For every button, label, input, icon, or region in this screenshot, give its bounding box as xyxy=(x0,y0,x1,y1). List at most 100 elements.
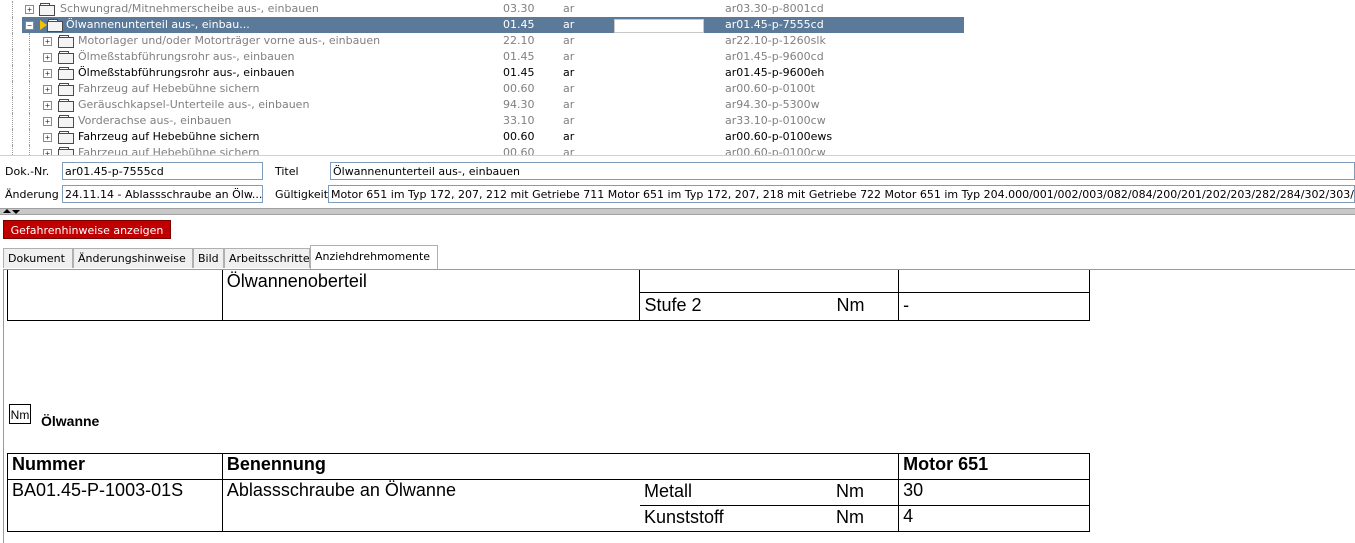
tree-item-code: 00.60 xyxy=(503,130,535,143)
tree-item-doc: ar03.30-p-8001cd xyxy=(725,2,824,15)
tree-row[interactable]: + Geräuschkapsel-Unterteile aus-, einbau… xyxy=(0,97,1355,113)
section-title: Ölwanne xyxy=(41,413,100,429)
tree-row-selected[interactable]: − Ölwannenunterteil aus-, einbau... 01.4… xyxy=(0,17,1355,33)
collapse-down-icon[interactable] xyxy=(12,210,20,214)
table-cell-empty xyxy=(639,270,900,294)
splitter[interactable] xyxy=(0,208,1355,215)
tree-item-code: 94.30 xyxy=(503,98,535,111)
cell-value: 4 xyxy=(898,505,1090,532)
tree-item-type: ar xyxy=(563,50,575,63)
expand-icon[interactable]: + xyxy=(43,37,52,46)
unit-text: Nm xyxy=(835,481,864,501)
tree-item-code: 22.10 xyxy=(503,34,535,47)
tree-item-title: Ölwannenunterteil aus-, einbau... xyxy=(66,18,250,31)
tab-anziehdrehmomente[interactable]: Anziehdrehmomente xyxy=(310,245,438,269)
torque-table: Nummer Benennung Motor 651 BA01.45-P-100… xyxy=(7,453,1090,532)
folder-icon xyxy=(58,99,74,112)
unit-text: Nm xyxy=(836,295,865,316)
tab-aenderungshinweise[interactable]: Änderungshinweise xyxy=(73,248,193,268)
tree-item-code: 03.30 xyxy=(503,2,535,15)
tree-item-type: ar xyxy=(563,82,575,95)
tree-item-code: 01.45 xyxy=(503,18,535,31)
tree-item-title: Ölmeßstabführungsrohr aus-, einbauen xyxy=(78,50,295,63)
tree-row[interactable]: + Fahrzeug auf Hebebühne sichern 00.60 a… xyxy=(0,81,1355,97)
torque-table-partial: Ölwannenoberteil Stufe 2 Nm - xyxy=(7,270,1090,321)
tree-row[interactable]: + Ölmeßstabführungsrohr aus-, einbauen 0… xyxy=(0,49,1355,65)
cell-value: 30 xyxy=(898,479,1090,506)
tree-item-doc: ar00.60-p-0100cw xyxy=(725,146,826,155)
tree-item-type: ar xyxy=(563,98,575,111)
titel-field[interactable]: Ölwannenunterteil aus-, einbauen xyxy=(330,162,1355,180)
folder-icon xyxy=(58,51,74,64)
aenderung-field[interactable]: 24.11.14 - Ablassschraube an Ölw... xyxy=(62,185,263,203)
tree-item-doc: ar22.10-p-1260slk xyxy=(725,34,826,47)
tree-item-title: Fahrzeug auf Hebebühne sichern xyxy=(78,130,260,143)
expand-icon[interactable]: + xyxy=(43,117,52,126)
folder-icon xyxy=(58,67,74,80)
tree-item-type: ar xyxy=(563,114,575,127)
expand-icon[interactable]: + xyxy=(25,5,34,14)
header-benennung: Benennung xyxy=(221,453,900,480)
unit-text: Nm xyxy=(835,507,864,527)
tree-item-doc: ar01.45-p-9600cd xyxy=(725,50,824,63)
folder-icon xyxy=(58,35,74,48)
tab-bild[interactable]: Bild xyxy=(193,248,224,268)
tree-row[interactable]: + Ölmeßstabführungsrohr aus-, einbauen 0… xyxy=(0,65,1355,81)
tab-bar: Dokument Änderungshinweise Bild Arbeitss… xyxy=(3,245,1355,270)
doknr-label: Dok.-Nr. xyxy=(5,165,50,178)
material-text: Kunststoff xyxy=(643,507,724,527)
tree-item-doc: ar00.60-p-0100ews xyxy=(725,130,833,143)
table-cell-value: - xyxy=(898,292,1090,321)
collapse-up-icon[interactable] xyxy=(3,209,11,213)
tree-item-type: ar xyxy=(563,146,575,155)
tree-item-doc: ar94.30-p-5300w xyxy=(725,98,820,111)
collapse-icon[interactable]: − xyxy=(25,21,34,30)
folder-icon xyxy=(58,83,74,96)
tree-item-title: Motorlager und/oder Motorträger vorne au… xyxy=(78,34,381,47)
torque-nm-icon: Nm xyxy=(9,404,31,424)
tree-item-doc: ar33.10-p-0100cw xyxy=(725,114,826,127)
tree-item-title: Geräuschkapsel-Unterteile aus-, einbauen xyxy=(78,98,310,111)
table-cell-empty xyxy=(898,270,1090,294)
expand-icon[interactable]: + xyxy=(43,53,52,62)
aenderung-label: Änderung xyxy=(5,188,59,201)
document-content: Ölwannenoberteil Stufe 2 Nm - Nm Ölwanne… xyxy=(3,270,1354,543)
document-info-panel: Dok.-Nr. ar01.45-p-7555cd Titel Ölwannen… xyxy=(0,155,1355,208)
tree-row[interactable]: + Fahrzeug auf Hebebühne sichern 00.60 a… xyxy=(0,129,1355,145)
tree-item-type: ar xyxy=(563,2,575,15)
tree-item-type: ar xyxy=(563,18,575,31)
current-arrow-icon xyxy=(40,20,47,30)
tree-item-type: ar xyxy=(563,66,575,79)
tree-item-type: ar xyxy=(563,34,575,47)
table-cell-stufe: Stufe 2 Nm xyxy=(639,292,900,321)
tree-row[interactable]: + Schwungrad/Mitnehmerscheibe aus-, einb… xyxy=(0,1,1355,17)
cell-material: Metall Nm xyxy=(639,479,900,506)
titel-label: Titel xyxy=(275,165,299,178)
tree-item-code: 00.60 xyxy=(503,82,535,95)
tree-item-title: Vorderachse aus-, einbauen xyxy=(78,114,232,127)
tree-item-code: 33.10 xyxy=(503,114,535,127)
gueltigkeit-field[interactable]: Motor 651 im Typ 172, 207, 212 mit Getri… xyxy=(328,185,1355,203)
benennung-text: Ölwannenoberteil xyxy=(226,271,367,291)
document-tree[interactable]: + Schwungrad/Mitnehmerscheibe aus-, einb… xyxy=(0,0,1355,155)
doknr-field[interactable]: ar01.45-p-7555cd xyxy=(62,162,263,180)
tree-row[interactable]: + Vorderachse aus-, einbauen 33.10 ar ar… xyxy=(0,113,1355,129)
tree-item-code: 01.45 xyxy=(503,66,535,79)
gueltigkeit-label: Gültigkeit xyxy=(275,188,329,201)
hazard-notes-button[interactable]: Gefahrenhinweise anzeigen xyxy=(3,220,171,239)
folder-icon xyxy=(39,3,55,16)
expand-icon[interactable]: + xyxy=(43,69,52,78)
expand-icon[interactable]: + xyxy=(43,101,52,110)
tree-row[interactable]: + Motorlager und/oder Motorträger vorne … xyxy=(0,33,1355,49)
folder-icon xyxy=(58,115,74,128)
tab-arbeitsschritte[interactable]: Arbeitsschritte xyxy=(224,248,310,268)
expand-icon[interactable]: + xyxy=(43,85,52,94)
cell-benennung: Ablassschraube an Ölwanne xyxy=(221,479,640,532)
header-motor: Motor 651 xyxy=(898,453,1090,480)
tree-item-doc: ar00.60-p-0100t xyxy=(725,82,815,95)
tab-dokument[interactable]: Dokument xyxy=(3,248,73,268)
tree-item-doc: ar01.45-p-9600eh xyxy=(725,66,825,79)
tree-item-code: 00.60 xyxy=(503,146,535,155)
tree-row[interactable]: + Fahrzeug auf Hebebühne sichern 00.60 a… xyxy=(0,145,1355,155)
expand-icon[interactable]: + xyxy=(43,133,52,142)
